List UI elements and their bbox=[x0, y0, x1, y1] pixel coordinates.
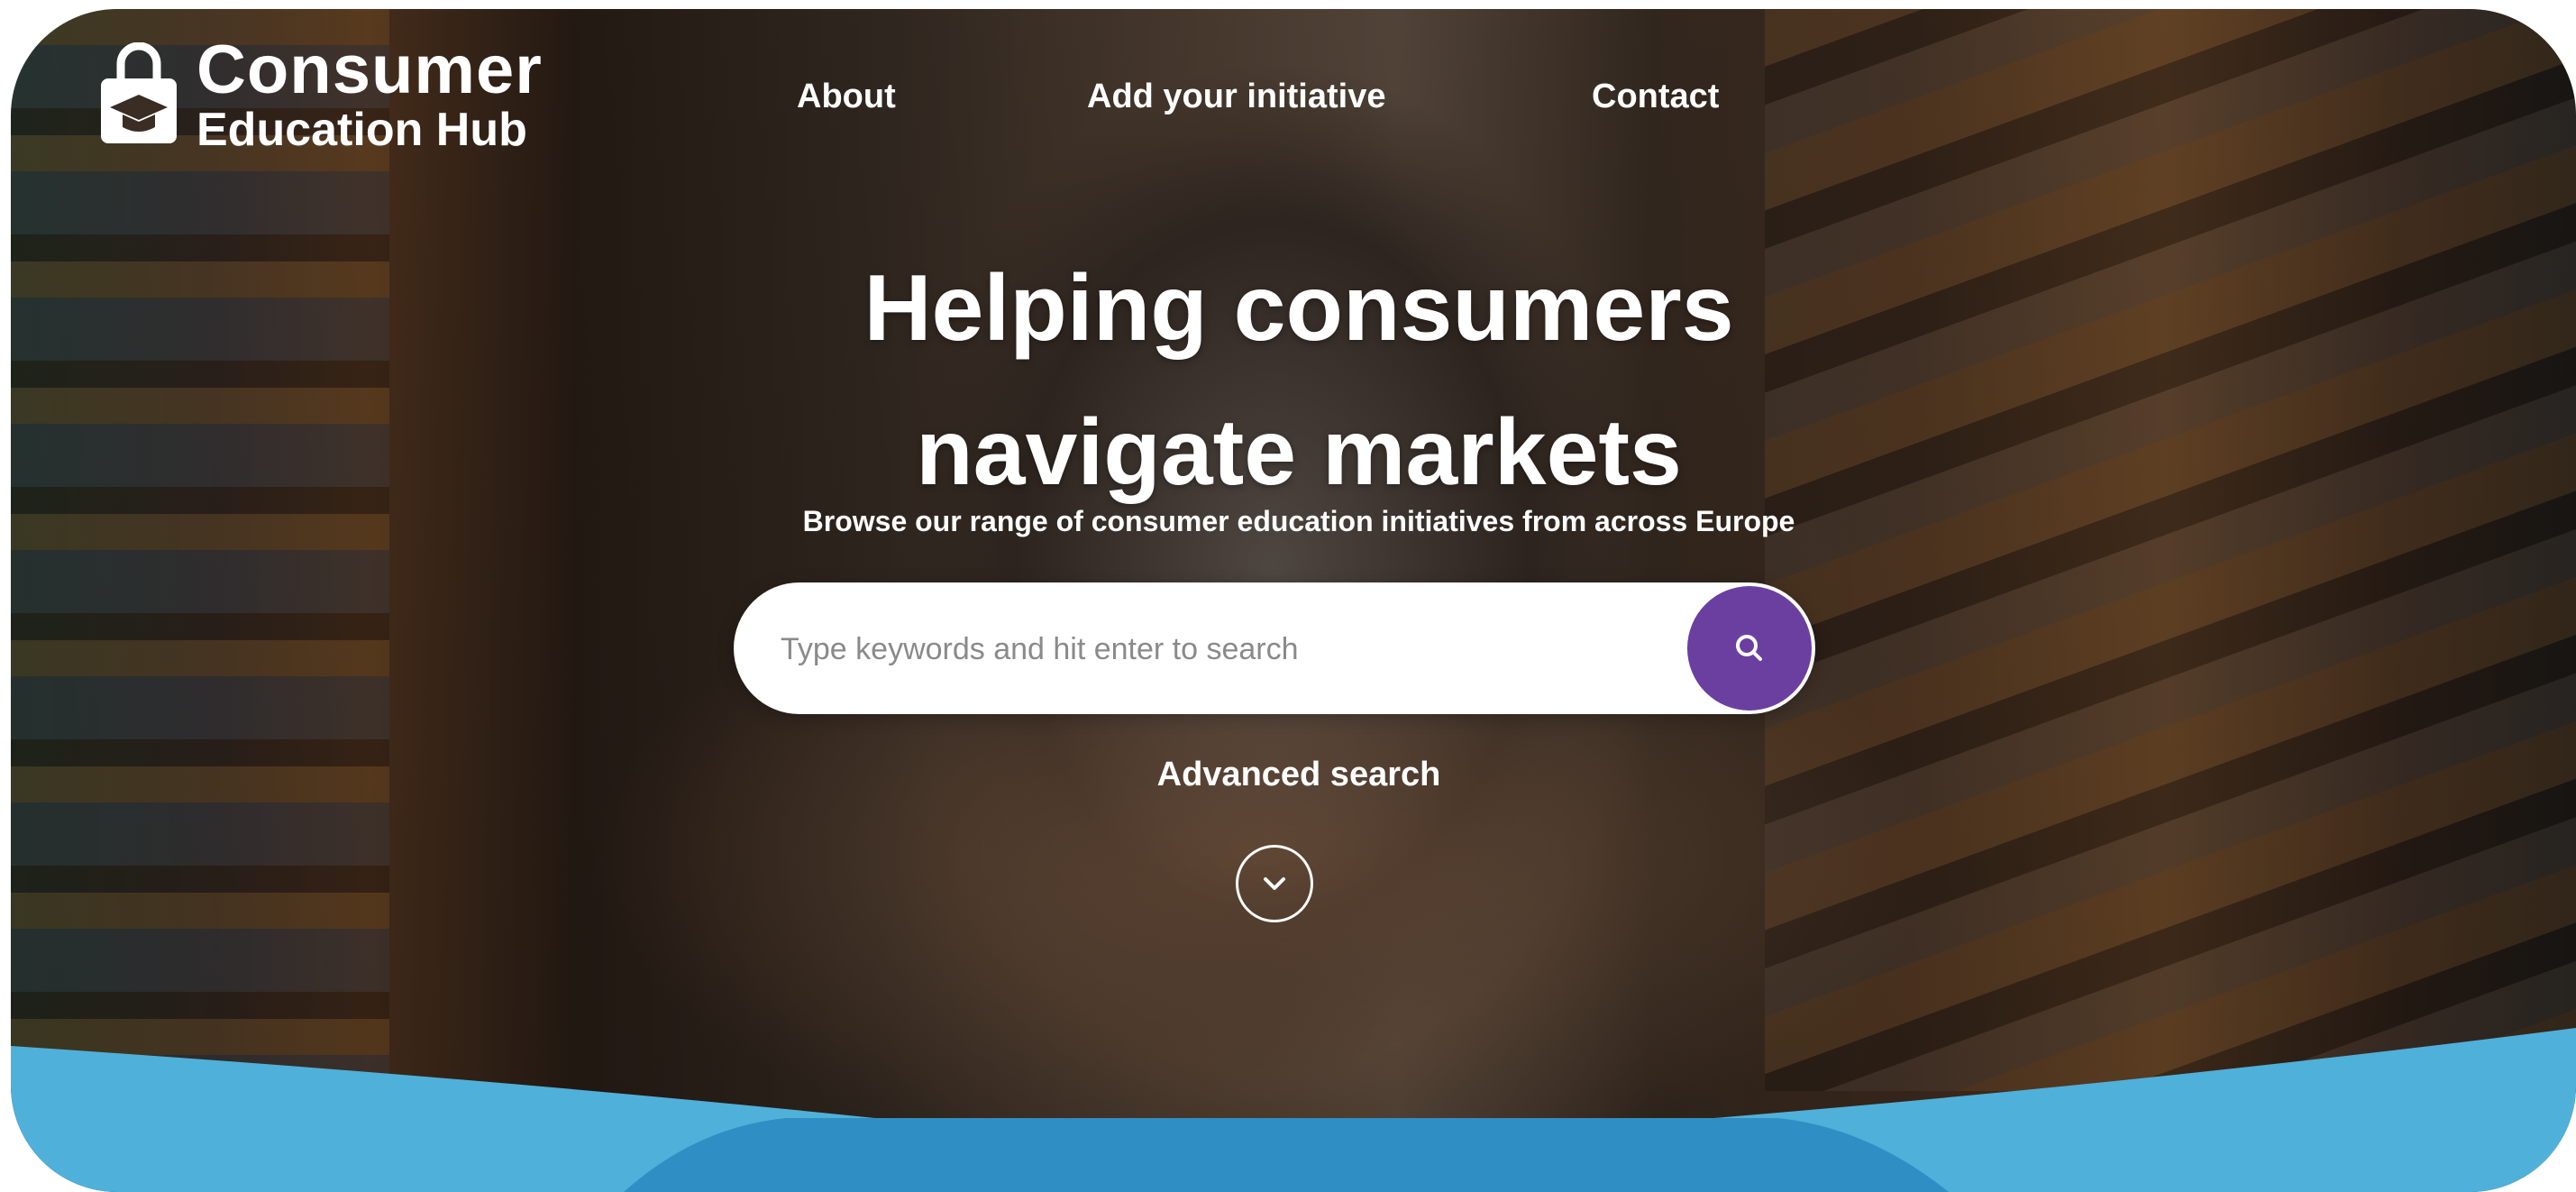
hero-subtitle: Browse our range of consumer education i… bbox=[802, 505, 1795, 537]
hero-title: Helping consumers navigate markets bbox=[11, 236, 2576, 525]
search-icon bbox=[1736, 635, 1762, 661]
nav-contact[interactable]: Contact bbox=[1592, 78, 1719, 115]
scroll-down-button[interactable] bbox=[1236, 845, 1313, 922]
hero-title-line-1: Helping consumers bbox=[863, 256, 1734, 361]
background-shelves-left bbox=[11, 9, 389, 1091]
search-bar bbox=[734, 582, 1815, 714]
hero-title-line-2: navigate markets bbox=[916, 400, 1682, 505]
search-button[interactable] bbox=[1687, 586, 1812, 711]
nav-about[interactable]: About bbox=[797, 78, 896, 115]
nav-add-initiative[interactable]: Add your initiative bbox=[1087, 78, 1385, 115]
hero-section: Consumer Education Hub About Add your in… bbox=[11, 9, 2576, 1192]
advanced-search-link[interactable]: Advanced search bbox=[11, 756, 2576, 794]
site-logo[interactable]: Consumer Education Hub bbox=[97, 36, 543, 153]
logo-line-2: Education Hub bbox=[196, 104, 527, 156]
logo-text: Consumer Education Hub bbox=[196, 32, 543, 156]
chevron-down-icon bbox=[1264, 877, 1285, 890]
logo-line-1: Consumer bbox=[196, 32, 543, 108]
search-input[interactable] bbox=[779, 610, 1684, 689]
shopping-bag-icon bbox=[97, 41, 180, 147]
